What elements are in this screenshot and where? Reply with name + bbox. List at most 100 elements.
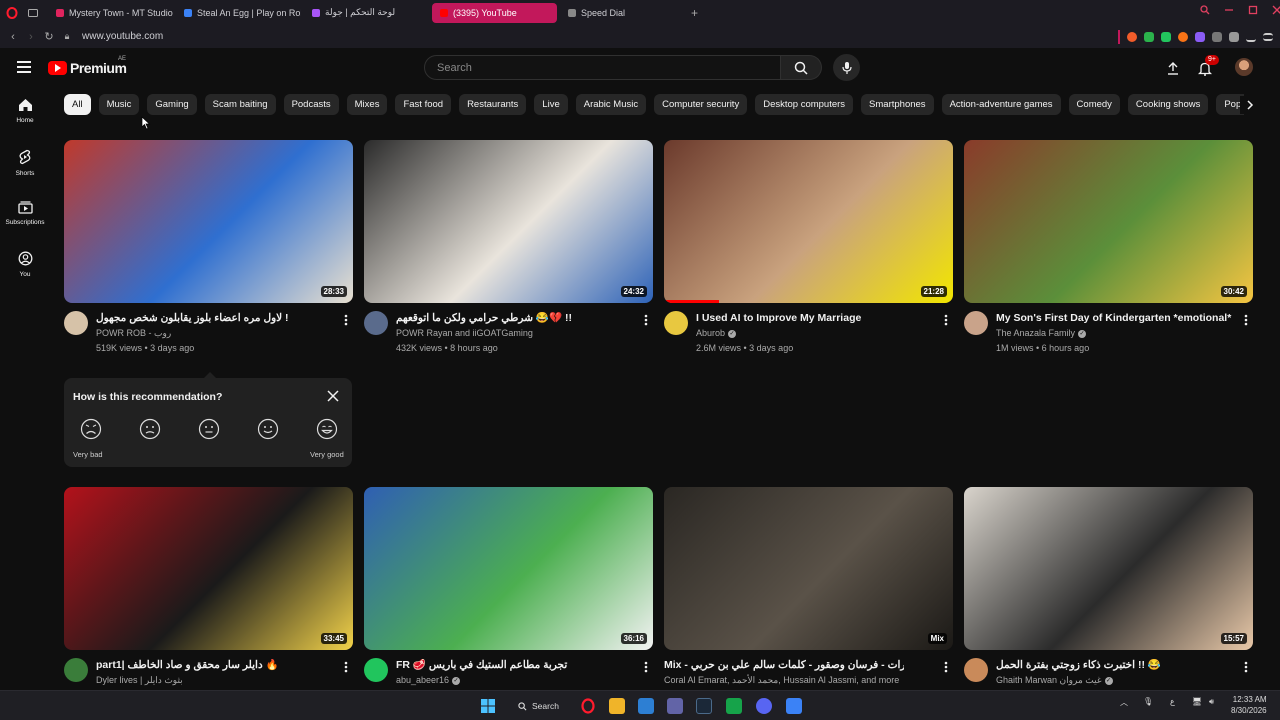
close-window-icon[interactable]	[1272, 5, 1280, 15]
video-card[interactable]: 30:42 My Son's First Day of Kindergarten …	[964, 140, 1253, 353]
extensions-puzzle-icon[interactable]	[1212, 32, 1222, 42]
video-card[interactable]: 21:28 I Used AI to Improve My Marriage Abu…	[664, 140, 953, 353]
channel-name[interactable]: abu_abeer16 ✓	[396, 675, 461, 685]
chip-live[interactable]: Live	[534, 94, 568, 115]
video-title[interactable]: part1| دايلر سار محقق و صاد الخاطف 🔥	[96, 659, 336, 672]
search-input[interactable]	[425, 56, 780, 79]
channel-avatar[interactable]	[664, 311, 688, 335]
channel-avatar[interactable]	[964, 311, 988, 335]
chips-next-button[interactable]	[1240, 96, 1260, 114]
more-options-icon[interactable]	[639, 660, 653, 674]
download-icon[interactable]	[1246, 32, 1256, 42]
outlook-icon[interactable]	[638, 698, 654, 714]
hamburger-menu-icon[interactable]	[17, 61, 31, 73]
very-good-face-icon[interactable]	[316, 418, 338, 440]
back-icon[interactable]: ‹	[4, 31, 22, 43]
more-options-icon[interactable]	[1239, 313, 1253, 327]
video-card[interactable]: 36:16 FR 🥩 تجربة مطاعم الستيك في باريس abu…	[364, 487, 653, 700]
browser-tab[interactable]: لوحة التحكم | جولة	[304, 3, 429, 23]
sidebar-item-subscriptions[interactable]: Subscriptions	[0, 190, 50, 241]
video-title[interactable]: I Used AI to Improve My Marriage	[696, 312, 936, 325]
discord-icon[interactable]	[756, 698, 772, 714]
xbox-app-icon[interactable]	[726, 698, 742, 714]
search-button[interactable]	[781, 55, 822, 80]
video-thumbnail[interactable]: 30:42	[964, 140, 1253, 303]
account-avatar[interactable]	[1235, 58, 1253, 76]
forward-icon[interactable]: ›	[22, 31, 40, 43]
video-title[interactable]: اختبرت ذكاء زوجتي بفترة الحمل !! 😂	[996, 659, 1236, 672]
sidebar-item-home[interactable]: Home	[0, 88, 50, 139]
extension-icon-3[interactable]	[1161, 32, 1171, 42]
teams-icon[interactable]	[667, 698, 683, 714]
microphone-tray-icon[interactable]: 🎙︎	[1143, 697, 1153, 706]
video-thumbnail[interactable]: 28:33	[64, 140, 353, 303]
voice-search-button[interactable]	[833, 54, 860, 81]
search-tabs-icon[interactable]	[1200, 5, 1210, 15]
video-title[interactable]: شرطي حرامي ولكن ما اتوقعهم 😂💔 !!	[396, 312, 636, 325]
taskbar-search[interactable]: Search	[510, 697, 572, 715]
chip-comedy[interactable]: Comedy	[1068, 94, 1120, 115]
good-face-icon[interactable]	[257, 418, 279, 440]
chip-computer-security[interactable]: Computer security	[654, 94, 748, 115]
volume-icon[interactable]: 🔊︎	[1209, 697, 1214, 707]
close-feedback-icon[interactable]	[327, 390, 339, 402]
chip-podcasts[interactable]: Podcasts	[283, 94, 339, 115]
channel-name[interactable]: The Anazala Family ✓	[996, 328, 1087, 338]
app-icon[interactable]	[786, 698, 802, 714]
bad-face-icon[interactable]	[139, 418, 161, 440]
video-thumbnail[interactable]: 24:32	[364, 140, 653, 303]
chip-smartphones[interactable]: Smartphones	[861, 94, 934, 115]
new-tab-button[interactable]: +	[691, 6, 698, 20]
video-title[interactable]: Mix - كورال الامارات - فرسان وصقور - كلم…	[664, 659, 904, 672]
chip-all[interactable]: All	[64, 94, 91, 115]
channel-name[interactable]: Coral Al Emarat, محمد الأحمد, Hussain Al…	[664, 675, 899, 686]
chip-desktop-computers[interactable]: Desktop computers	[755, 94, 854, 115]
taskbar-clock[interactable]: 12:33 AM 8/30/2026	[1231, 694, 1267, 716]
video-thumbnail[interactable]: Mix	[664, 487, 953, 650]
very-bad-face-icon[interactable]	[80, 418, 102, 440]
extension-icon-5[interactable]	[1195, 32, 1205, 42]
sidebar-item-shorts[interactable]: Shorts	[0, 139, 50, 190]
more-options-icon[interactable]	[1239, 660, 1253, 674]
chip-scam-baiting[interactable]: Scam baiting	[204, 94, 276, 115]
sidebar-item-you[interactable]: You	[0, 241, 50, 292]
video-card[interactable]: 15:57 اختبرت ذكاء زوجتي بفترة الحمل !! 😂 G…	[964, 487, 1253, 700]
chip-restaurants[interactable]: Restaurants	[459, 94, 527, 115]
reload-icon[interactable]: ↻	[40, 30, 58, 43]
url-field[interactable]: www.youtube.com	[82, 31, 163, 42]
more-options-icon[interactable]	[339, 313, 353, 327]
extension-icon-6[interactable]	[1229, 32, 1239, 42]
channel-avatar[interactable]	[64, 658, 88, 682]
video-card[interactable]: Mix Mix - كورال الامارات - فرسان وصقور - …	[664, 487, 953, 700]
input-language[interactable]: ع	[1170, 697, 1175, 706]
neutral-face-icon[interactable]	[198, 418, 220, 440]
maximize-icon[interactable]	[1248, 5, 1258, 15]
upload-button[interactable]	[1163, 58, 1183, 78]
browser-tab[interactable]: Speed Dial	[560, 3, 685, 23]
extension-icon-2[interactable]	[1144, 32, 1154, 42]
chip-music[interactable]: Music	[98, 94, 140, 115]
extension-icon-1[interactable]	[1127, 32, 1137, 42]
channel-avatar[interactable]	[964, 658, 988, 682]
tab-workspaces-icon[interactable]	[24, 3, 42, 23]
minimize-icon[interactable]	[1224, 5, 1234, 15]
chip-cooking-shows[interactable]: Cooking shows	[1127, 94, 1209, 115]
browser-tab[interactable]: Steal An Egg | Play on Rob	[176, 3, 301, 23]
chip-fast-food[interactable]: Fast food	[395, 94, 452, 115]
channel-name[interactable]: Ghaith Marwan غيث مروان ✓	[996, 675, 1113, 686]
channel-name[interactable]: Dyler lives | بثوث دايلر	[96, 675, 183, 686]
video-card[interactable]: 33:45 part1| دايلر سار محقق و صاد الخاطف …	[64, 487, 353, 700]
channel-avatar[interactable]	[364, 311, 388, 335]
more-options-icon[interactable]	[939, 660, 953, 674]
video-title[interactable]: My Son's First Day of Kindergarten *emot…	[996, 312, 1236, 325]
show-hidden-icons[interactable]: ︿	[1120, 697, 1128, 708]
steam-icon[interactable]	[696, 698, 712, 714]
video-thumbnail[interactable]: 15:57	[964, 487, 1253, 650]
video-thumbnail[interactable]: 21:28	[664, 140, 953, 303]
youtube-premium-logo[interactable]: Premium AE	[48, 56, 127, 76]
more-options-icon[interactable]	[639, 313, 653, 327]
browser-tab[interactable]: Mystery Town - MT Studio	[48, 3, 173, 23]
channel-avatar[interactable]	[364, 658, 388, 682]
video-title[interactable]: لاول مره اعضاء بلوز يقابلون شخص مجهول !	[96, 312, 336, 325]
video-title[interactable]: FR 🥩 تجربة مطاعم الستيك في باريس	[396, 659, 636, 672]
